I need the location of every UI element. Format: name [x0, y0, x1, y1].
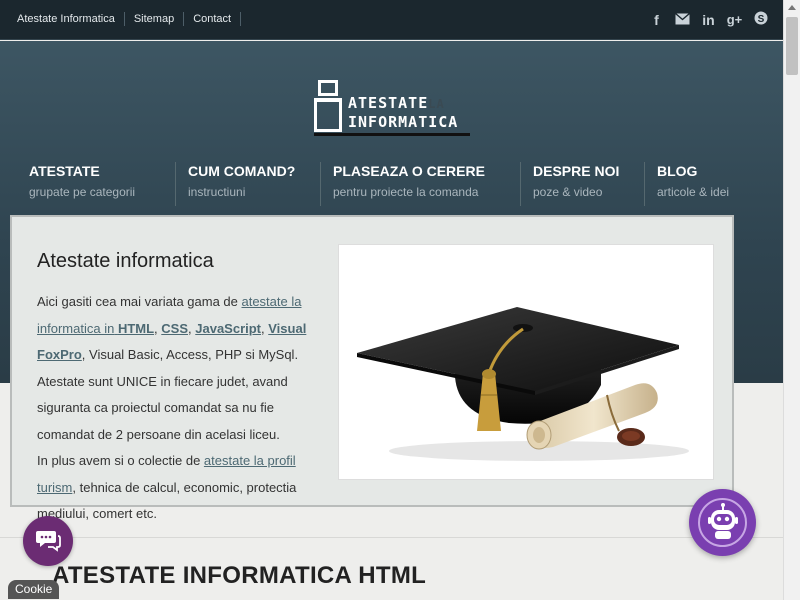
- nav-title: DESPRE NOI: [533, 163, 620, 179]
- social-icons: f in g+ S: [648, 11, 769, 29]
- section-divider: [0, 537, 783, 538]
- graduation-cap-image: [338, 244, 714, 480]
- logo-mark: [314, 78, 344, 134]
- top-bar: Atestate Informatica Sitemap Contact f i…: [0, 0, 783, 40]
- link-javascript[interactable]: JavaScript: [195, 321, 261, 336]
- nav-item-despre-noi[interactable]: DESPRE NOI poze & video: [520, 162, 619, 206]
- nav-subtitle: grupate pe categorii: [29, 185, 136, 199]
- link-css[interactable]: CSS: [161, 321, 188, 336]
- nav-subtitle: pentru proiecte la comanda: [333, 185, 479, 199]
- chat-icon: [36, 531, 61, 552]
- card-title: Atestate informatica: [37, 250, 214, 272]
- skype-icon[interactable]: S: [752, 11, 769, 29]
- nav-item-cum-comand[interactable]: CUM COMAND? instructiuni: [175, 162, 295, 206]
- top-links: Atestate Informatica Sitemap Contact: [8, 12, 242, 26]
- nav-title: PLASEAZA O CERERE: [333, 163, 485, 179]
- nav-title: CUM COMAND?: [188, 163, 296, 179]
- svg-text:S: S: [757, 14, 764, 25]
- chat-widget-button[interactable]: [23, 516, 73, 566]
- google-plus-icon[interactable]: g+: [726, 11, 743, 29]
- intro-card: Atestate informatica Aici gasiti cea mai…: [10, 215, 734, 521]
- top-link-home[interactable]: Atestate Informatica: [8, 12, 125, 26]
- nav-title: BLOG: [657, 163, 698, 179]
- robot-icon: [708, 503, 738, 539]
- page-scrollbar[interactable]: [783, 0, 800, 600]
- nav-subtitle: instructiuni: [188, 185, 246, 199]
- nav-item-atestate[interactable]: ATESTATE grupate pe categorii: [17, 162, 135, 206]
- nav-item-blog[interactable]: BLOG articole & idei: [644, 162, 729, 206]
- mail-icon[interactable]: [674, 11, 691, 29]
- card-text: Aici gasiti cea mai variata gama de ates…: [37, 294, 307, 521]
- nav-subtitle: articole & idei: [657, 185, 730, 199]
- logo-text: ATESTATELA INFORMATICA: [348, 94, 459, 131]
- card-paragraph-unice: Atestate sunt UNICE in fiecare judet, av…: [37, 373, 288, 442]
- nav-item-plaseaza-cerere[interactable]: PLASEAZA O CERERE pentru proiecte la com…: [320, 162, 485, 206]
- top-link-contact[interactable]: Contact: [184, 12, 242, 26]
- top-link-sitemap[interactable]: Sitemap: [125, 12, 185, 26]
- main-nav: ATESTATE grupate pe categorii CUM COMAND…: [0, 162, 783, 210]
- scroll-up-arrow-icon[interactable]: [788, 5, 796, 10]
- nav-title: ATESTATE: [29, 163, 100, 179]
- nav-subtitle: poze & video: [533, 185, 603, 199]
- section-title: ATESTATE INFORMATICA HTML: [52, 562, 427, 589]
- chatbot-button[interactable]: [689, 489, 756, 556]
- linkedin-icon[interactable]: in: [700, 11, 717, 29]
- scroll-thumb[interactable]: [786, 17, 798, 75]
- facebook-icon[interactable]: f: [648, 11, 665, 29]
- cookie-button[interactable]: Cookie: [8, 580, 60, 599]
- site-logo[interactable]: ATESTATELA INFORMATICA: [314, 78, 470, 136]
